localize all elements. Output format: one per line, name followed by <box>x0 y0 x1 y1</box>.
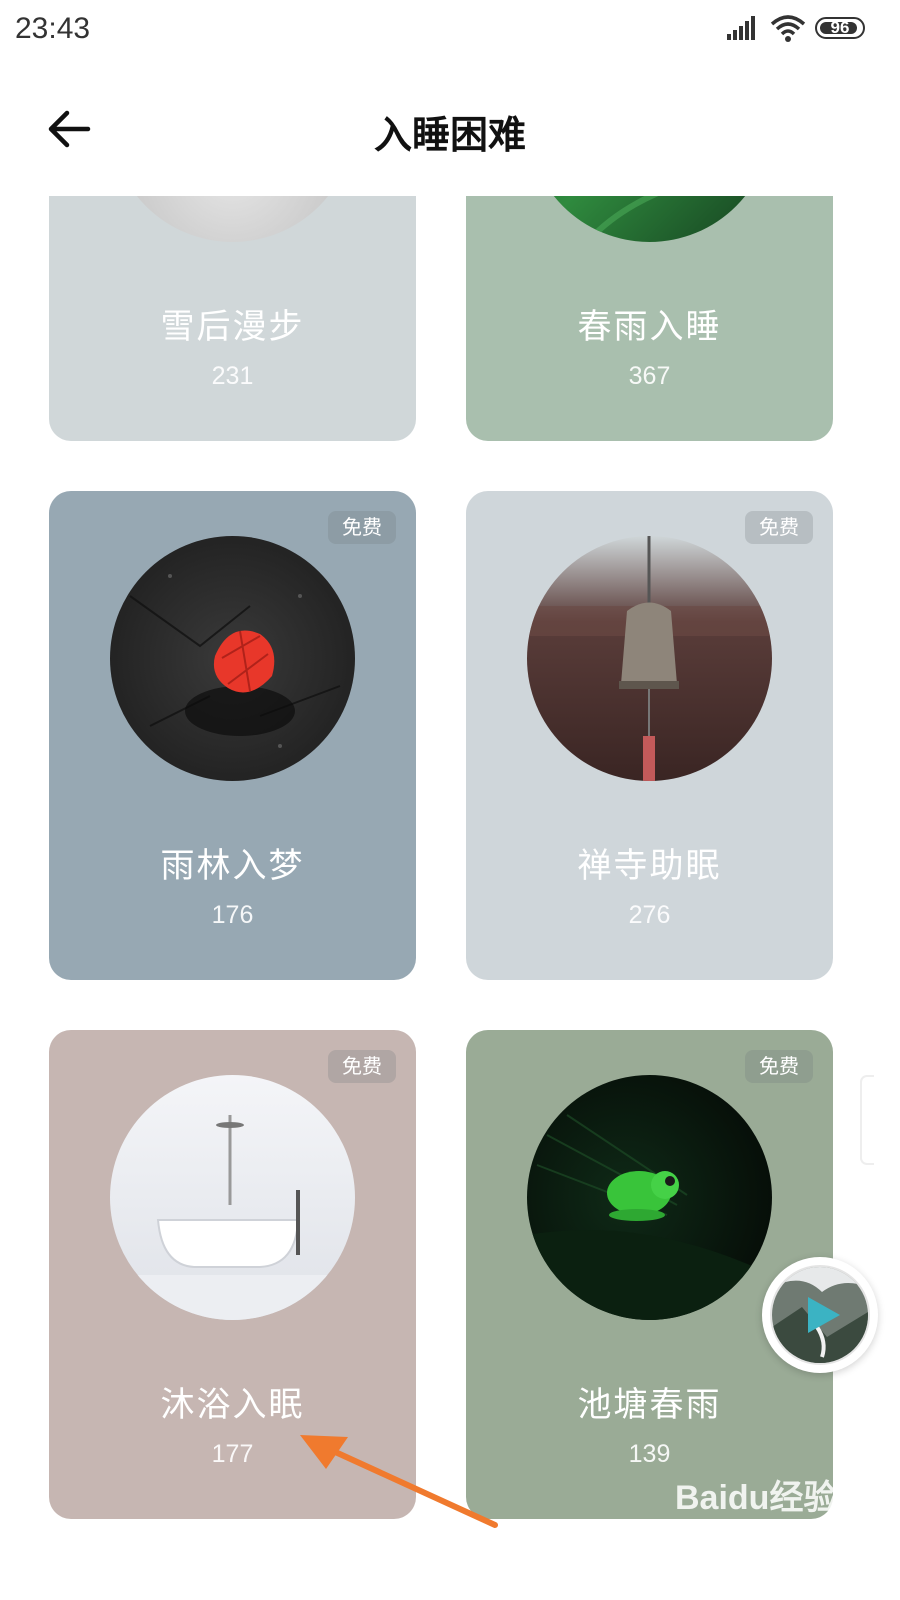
status-time: 23:43 <box>15 12 91 45</box>
spring-rain-artwork <box>527 196 772 242</box>
card-title: 池塘春雨 <box>577 1385 722 1425</box>
card-count: 367 <box>628 362 671 390</box>
card-count: 231 <box>211 362 254 390</box>
pond-rain-artwork <box>527 1075 772 1320</box>
sound-card-zen-temple[interactable]: 免费 禅寺助眠 276 <box>466 491 833 980</box>
card-title: 雪后漫步 <box>160 307 305 347</box>
sound-card-spring-rain[interactable]: 春雨入睡 367 <box>466 196 833 441</box>
zen-temple-artwork <box>527 536 772 781</box>
card-title: 春雨入睡 <box>577 307 722 347</box>
page-title: 入睡困难 <box>373 113 526 157</box>
status-bar: 23:43 96 <box>0 0 900 60</box>
wifi-icon <box>770 15 806 42</box>
mini-player[interactable] <box>762 1257 878 1373</box>
rainforest-artwork <box>110 536 355 781</box>
card-title: 禅寺助眠 <box>577 846 722 886</box>
watermark-url: jingyan.baidu.com <box>681 1520 810 1537</box>
play-icon[interactable] <box>806 1295 842 1335</box>
free-badge: 免费 <box>328 511 396 544</box>
sound-card-rainforest[interactable]: 免费 雨林入梦 176 <box>49 491 416 980</box>
battery-indicator: 96 <box>815 17 865 39</box>
watermark-logo: Baidu经验 <box>675 1479 838 1517</box>
card-title: 雨林入梦 <box>160 846 305 886</box>
card-count: 176 <box>211 901 254 929</box>
sound-grid[interactable]: 雪后漫步 231 春雨入睡 367 免费 雨林入梦 176 免费 禅寺助眠 27… <box>0 196 900 1600</box>
card-title: 沐浴入眠 <box>160 1385 305 1425</box>
card-count: 276 <box>628 901 671 929</box>
free-badge: 免费 <box>745 511 813 544</box>
sound-card-snow-walk[interactable]: 雪后漫步 231 <box>49 196 416 441</box>
header: 入睡困难 <box>0 60 900 196</box>
free-badge: 免费 <box>328 1050 396 1083</box>
signal-icon <box>727 16 755 40</box>
bath-artwork <box>110 1075 355 1320</box>
baidu-watermark: Baidu经验 jingyan.baidu.com <box>675 1470 845 1550</box>
battery-percent: 96 <box>830 18 850 37</box>
annotation-arrow <box>300 1435 498 1528</box>
card-count: 139 <box>628 1440 671 1468</box>
snow-walk-artwork <box>110 196 355 242</box>
free-badge: 免费 <box>745 1050 813 1083</box>
side-drawer-handle[interactable] <box>860 1075 874 1165</box>
